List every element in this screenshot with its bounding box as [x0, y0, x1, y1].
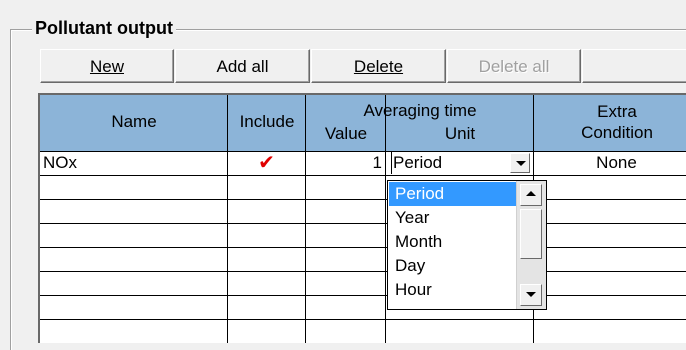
cell-value[interactable]: 1 — [306, 152, 386, 176]
cell-empty[interactable] — [228, 272, 306, 296]
scrollbar-thumb[interactable] — [520, 209, 542, 259]
cell-empty[interactable] — [40, 320, 228, 343]
toolbar: New Add all Delete Delete all Te — [40, 49, 686, 85]
unit-dropdown-list[interactable]: Period Year Month Day Hour — [387, 180, 547, 310]
cell-empty[interactable] — [306, 320, 386, 343]
column-header-extra-line2: Condition — [581, 123, 653, 142]
new-button[interactable]: New — [40, 49, 174, 83]
table-row[interactable] — [40, 224, 686, 248]
cell-empty[interactable] — [40, 176, 228, 200]
table-row[interactable] — [40, 248, 686, 272]
cell-include[interactable]: ✔ — [228, 152, 306, 176]
column-header-unit-label: Unit — [444, 124, 476, 143]
dropdown-option-month[interactable]: Month — [389, 230, 517, 254]
table-row[interactable] — [40, 320, 686, 343]
cell-empty[interactable] — [534, 248, 686, 272]
delete-button[interactable]: Delete — [311, 49, 446, 83]
cell-empty[interactable] — [40, 296, 228, 320]
cell-empty[interactable] — [228, 200, 306, 224]
cell-empty[interactable] — [228, 176, 306, 200]
cell-empty[interactable] — [534, 296, 686, 320]
cell-empty[interactable] — [534, 272, 686, 296]
add-all-button[interactable]: Add all — [175, 49, 310, 83]
cell-empty[interactable] — [306, 248, 386, 272]
cell-empty[interactable] — [534, 224, 686, 248]
column-header-name[interactable]: Name — [40, 95, 228, 152]
cell-empty[interactable] — [228, 248, 306, 272]
cell-empty[interactable] — [386, 320, 534, 343]
dropdown-option-period[interactable]: Period — [389, 182, 517, 206]
table-row[interactable] — [40, 296, 686, 320]
column-header-include-label: Include — [239, 112, 295, 131]
cell-empty[interactable] — [228, 296, 306, 320]
combobox-dropdown-button[interactable] — [510, 153, 530, 173]
scroll-up-button[interactable] — [520, 184, 542, 206]
group-title: Pollutant output — [32, 16, 176, 40]
cell-empty[interactable] — [228, 224, 306, 248]
cell-empty[interactable] — [40, 200, 228, 224]
table-row[interactable] — [40, 200, 686, 224]
dropdown-scrollbar[interactable] — [516, 181, 546, 309]
delete-all-button-label: Delete all — [478, 57, 550, 76]
delete-all-button[interactable]: Delete all — [447, 49, 581, 83]
cell-empty[interactable] — [40, 248, 228, 272]
truncated-button[interactable]: Te — [582, 49, 686, 83]
chevron-down-icon — [516, 161, 526, 166]
table-row[interactable] — [40, 272, 686, 296]
cell-empty[interactable] — [40, 224, 228, 248]
dropdown-option-year[interactable]: Year — [389, 206, 517, 230]
cell-empty[interactable] — [534, 176, 686, 200]
cell-empty[interactable] — [534, 320, 686, 343]
column-header-unit[interactable]: Unit — [386, 95, 534, 152]
cell-empty[interactable] — [306, 176, 386, 200]
unit-combobox-value: Period — [391, 152, 443, 174]
cell-empty[interactable] — [534, 200, 686, 224]
cell-empty[interactable] — [228, 320, 306, 343]
column-header-extra-line1: Extra — [597, 102, 637, 121]
column-header-include[interactable]: Include — [228, 95, 306, 152]
column-header-extra-condition[interactable]: Extra Condition — [534, 95, 686, 152]
checkmark-icon: ✔ — [258, 152, 275, 174]
column-header-value-label: Value — [324, 124, 368, 143]
column-header-name-label: Name — [111, 112, 157, 131]
column-header-value[interactable]: Value — [306, 95, 386, 152]
unit-combobox[interactable]: Period — [386, 152, 534, 176]
cell-name[interactable]: NOx — [40, 152, 228, 176]
cell-empty[interactable] — [306, 224, 386, 248]
table-row[interactable] — [40, 176, 686, 200]
table-row[interactable]: NOx ✔ 1 Period None — [40, 152, 686, 176]
chevron-down-icon — [526, 292, 536, 297]
cell-extra-condition[interactable]: None — [534, 152, 686, 176]
chevron-up-icon — [526, 191, 536, 196]
add-all-button-label: Add all — [216, 57, 269, 76]
new-button-label: New — [89, 57, 124, 76]
pollutant-table: Name Include Averaging time Value Unit E… — [38, 93, 686, 343]
dropdown-option-hour[interactable]: Hour — [389, 278, 517, 302]
delete-button-label: Delete — [353, 57, 404, 76]
scroll-down-button[interactable] — [520, 284, 542, 306]
cell-empty[interactable] — [40, 272, 228, 296]
cell-empty[interactable] — [306, 296, 386, 320]
dropdown-option-day[interactable]: Day — [389, 254, 517, 278]
cell-empty[interactable] — [306, 272, 386, 296]
cell-empty[interactable] — [306, 200, 386, 224]
